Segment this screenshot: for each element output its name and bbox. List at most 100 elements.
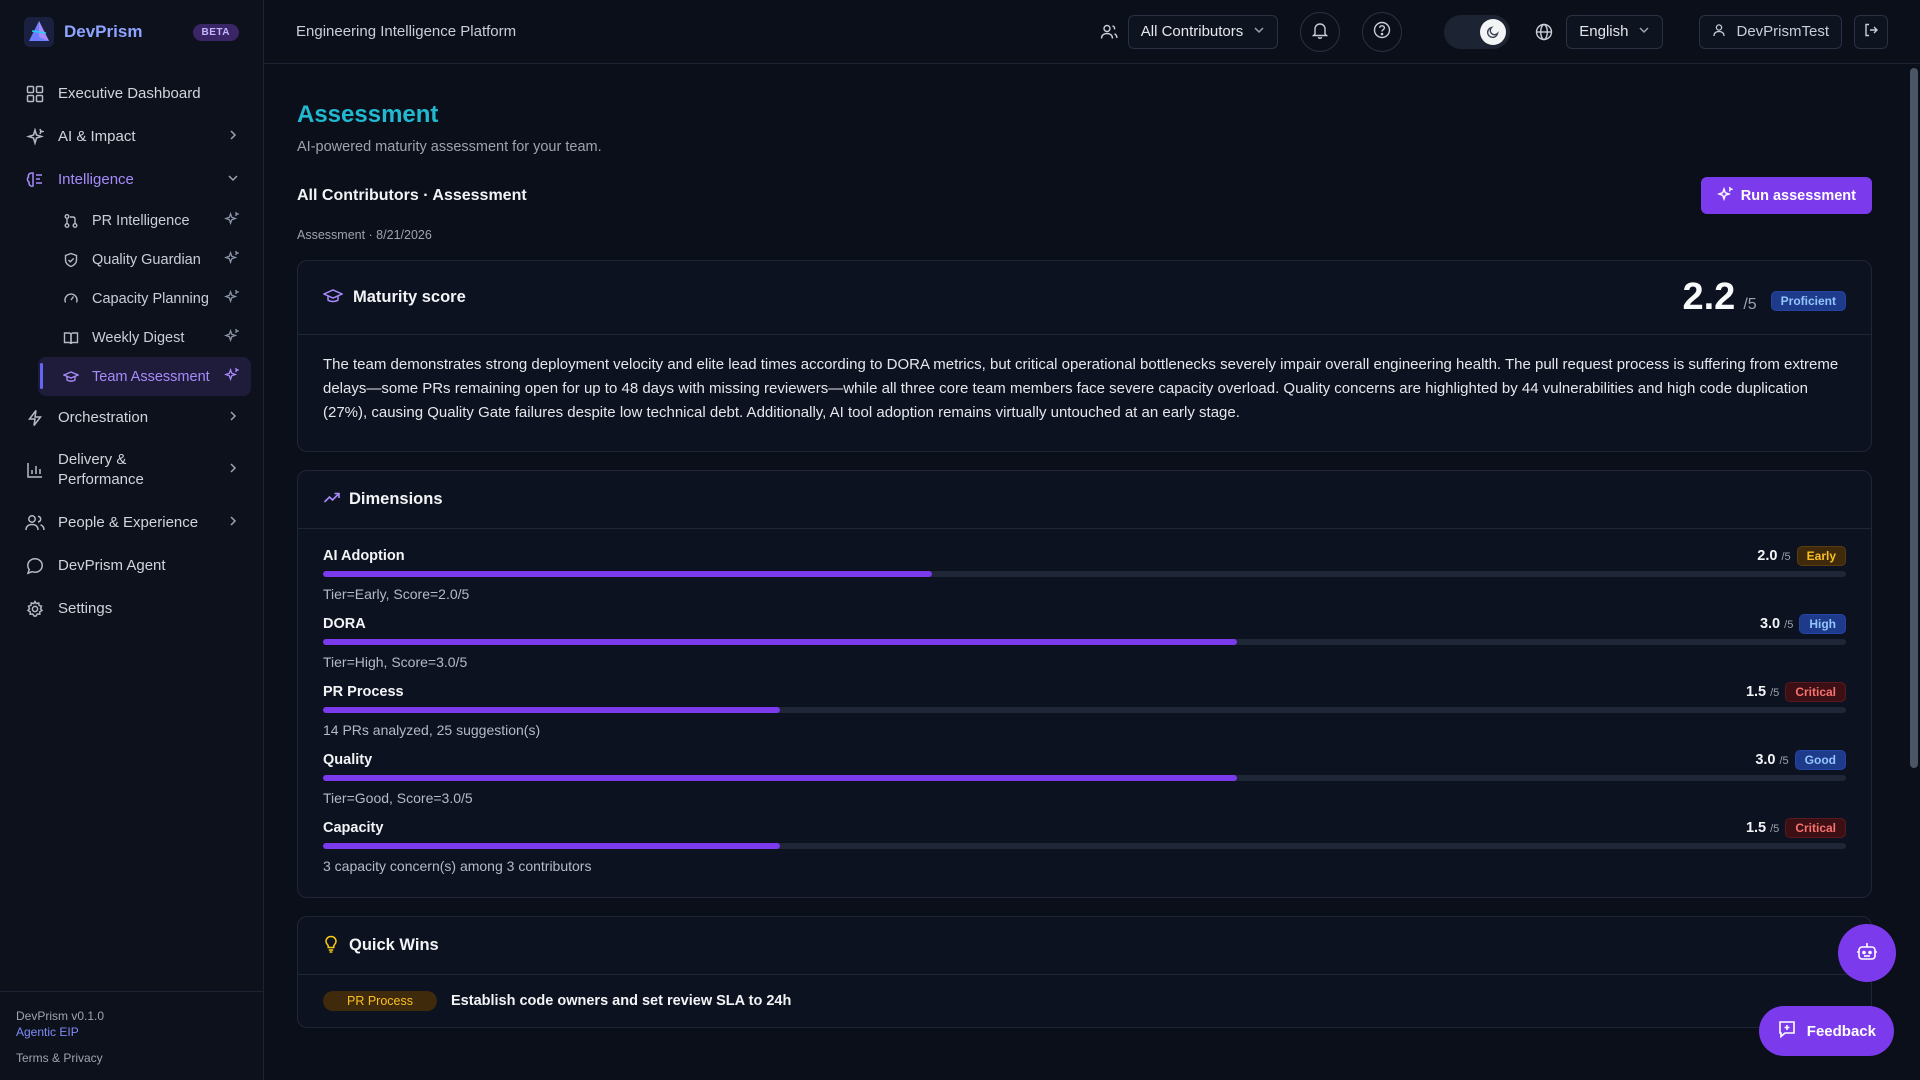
- sidebar-item-quality-guardian[interactable]: Quality Guardian: [38, 240, 251, 279]
- dimension-score-value: 2.0: [1757, 548, 1778, 564]
- maturity-card: Maturity score 2.2 /5 Proficient The tea…: [297, 260, 1872, 452]
- user-menu[interactable]: DevPrismTest: [1699, 14, 1842, 49]
- maturity-summary: The team demonstrates strong deployment …: [323, 356, 1839, 421]
- main-content: Assessment AI-powered maturity assessmen…: [264, 64, 1904, 1080]
- sidebar-item-people-experience[interactable]: People & Experience: [12, 501, 251, 544]
- sub-item-label: Quality Guardian: [92, 251, 201, 268]
- page-scrollbar[interactable]: [1910, 68, 1918, 768]
- maturity-title: Maturity score: [353, 288, 466, 306]
- feedback-button[interactable]: Feedback: [1758, 1006, 1894, 1056]
- sidebar-item-intelligence[interactable]: Intelligence: [12, 158, 251, 201]
- tagline-link[interactable]: Agentic EIP: [16, 1024, 248, 1040]
- sparkles-icon: [223, 289, 241, 308]
- dimension-tier-badge: Critical: [1785, 682, 1846, 702]
- sidebar: DevPrism BETA Executive Dashboard AI & I…: [0, 0, 264, 1080]
- dimension-progress-fill: [323, 707, 780, 713]
- dimension-note: 14 PRs analyzed, 25 suggestion(s): [323, 722, 541, 738]
- run-assessment-label: Run assessment: [1740, 187, 1856, 204]
- message-square-icon: [1777, 1019, 1797, 1043]
- dimension-score-value: 1.5: [1745, 820, 1767, 836]
- moon-icon: [1480, 18, 1507, 45]
- sidebar-item-label: Intelligence: [58, 171, 134, 188]
- dimension-tier-badge: Good: [1794, 750, 1846, 770]
- dimension-score-value: 3.0: [1759, 616, 1781, 632]
- brand[interactable]: DevPrism BETA: [0, 0, 263, 64]
- maturity-header: Maturity score 2.2 /5 Proficient: [298, 261, 1871, 335]
- logout-button[interactable]: [1854, 14, 1888, 49]
- sidebar-item-label: AI & Impact: [58, 128, 136, 145]
- sidebar-item-team-assessment[interactable]: Team Assessment: [38, 357, 251, 396]
- sidebar-item-label: Delivery & Performance: [58, 451, 144, 488]
- dimension-score-denominator: /5: [1779, 755, 1789, 767]
- dimension-score-denominator: /5: [1770, 687, 1780, 699]
- theme-toggle[interactable]: [1444, 14, 1511, 49]
- maturity-score: 2.2 /5 Proficient: [1682, 276, 1846, 319]
- sparkles-icon: [1716, 186, 1734, 206]
- sidebar-item-label: Executive Dashboard: [58, 85, 201, 102]
- user-name: DevPrismTest: [1736, 23, 1829, 40]
- dimension-tier-badge: Critical: [1785, 818, 1846, 838]
- dimension-note: 3 capacity concern(s) among 3 contributo…: [323, 858, 592, 874]
- dimensions-header: Dimensions: [298, 471, 1871, 529]
- assessment-context: All Contributors · Assessment: [297, 186, 527, 204]
- notifications-button[interactable]: [1300, 11, 1341, 52]
- quick-wins-title: Quick Wins: [349, 936, 439, 954]
- dimension-progress-track: [323, 775, 1846, 781]
- sidebar-item-delivery-performance[interactable]: Delivery & Performance: [12, 439, 251, 501]
- maturity-tier-badge: Proficient: [1770, 291, 1846, 311]
- sidebar-item-weekly-digest[interactable]: Weekly Digest: [38, 318, 251, 357]
- sidebar-item-ai-impact[interactable]: AI & Impact: [12, 115, 251, 158]
- git-pull-request-icon: [62, 212, 80, 230]
- active-indicator: [40, 363, 43, 389]
- sidebar-item-settings[interactable]: Settings: [12, 587, 251, 630]
- help-circle-icon: [1372, 20, 1392, 43]
- sub-item-label: PR Intelligence: [92, 212, 190, 229]
- bot-icon: [1855, 940, 1879, 967]
- sparkles-icon: [223, 211, 241, 230]
- sidebar-item-devprism-agent[interactable]: DevPrism Agent: [12, 544, 251, 587]
- brand-name: DevPrism: [64, 22, 143, 41]
- logout-icon: [1863, 22, 1879, 42]
- maturity-score-value: 2.2: [1682, 276, 1736, 318]
- sidebar-item-pr-intelligence[interactable]: PR Intelligence: [38, 201, 251, 240]
- dimension-note: Tier=Good, Score=3.0/5: [323, 790, 473, 806]
- sidebar-item-executive-dashboard[interactable]: Executive Dashboard: [12, 72, 251, 115]
- sidebar-item-capacity-planning[interactable]: Capacity Planning: [38, 279, 251, 318]
- dimensions-card: Dimensions AI Adoption 2.0 /5 Early Tier…: [297, 470, 1872, 898]
- quick-win-item[interactable]: PR Process Establish code owners and set…: [298, 975, 1871, 1027]
- book-icon: [62, 329, 80, 347]
- terms-link[interactable]: Terms & Privacy: [16, 1050, 248, 1066]
- dimension-row: PR Process 1.5 /5 Critical 14 PRs analyz…: [323, 681, 1846, 738]
- chevron-down-icon: [1253, 23, 1265, 40]
- maturity-score-denominator: /5: [1743, 296, 1757, 313]
- dimension-header: DORA 3.0 /5 High: [323, 613, 1846, 635]
- dimension-progress-track: [323, 639, 1846, 645]
- dimension-header: Quality 3.0 /5 Good: [323, 749, 1846, 771]
- dimensions-title: Dimensions: [349, 490, 443, 508]
- graduation-cap-icon: [322, 286, 344, 309]
- dimension-progress-track: [323, 707, 1846, 713]
- quick-win-text: Establish code owners and set review SLA…: [451, 993, 792, 1009]
- bar-chart-icon: [24, 459, 46, 481]
- topbar: Engineering Intelligence Platform All Co…: [264, 0, 1920, 64]
- chevron-right-icon: [227, 409, 239, 426]
- quick-wins-header: Quick Wins: [298, 917, 1871, 975]
- dimension-name: Quality: [323, 752, 373, 768]
- sub-item-label: Weekly Digest: [92, 329, 185, 346]
- run-assessment-button[interactable]: Run assessment: [1700, 177, 1872, 214]
- dimension-tier-badge: Early: [1796, 546, 1846, 566]
- chat-assistant-button[interactable]: [1838, 924, 1896, 982]
- help-button[interactable]: [1362, 11, 1403, 52]
- dimension-progress-fill: [323, 843, 780, 849]
- language-value: English: [1579, 23, 1629, 40]
- sidebar-item-orchestration[interactable]: Orchestration: [12, 396, 251, 439]
- topbar-actions: All Contributors English DevPrismTest: [1100, 11, 1888, 52]
- contributors-select[interactable]: All Contributors: [1127, 14, 1279, 49]
- dimension-score-value: 1.5: [1745, 684, 1767, 700]
- sparkles-icon: [223, 328, 241, 347]
- dimension-name: Capacity: [323, 820, 384, 836]
- sparkles-icon: [24, 126, 46, 148]
- chevron-right-icon: [227, 514, 239, 531]
- dimension-note: Tier=Early, Score=2.0/5: [323, 586, 470, 602]
- language-select[interactable]: English: [1566, 14, 1664, 49]
